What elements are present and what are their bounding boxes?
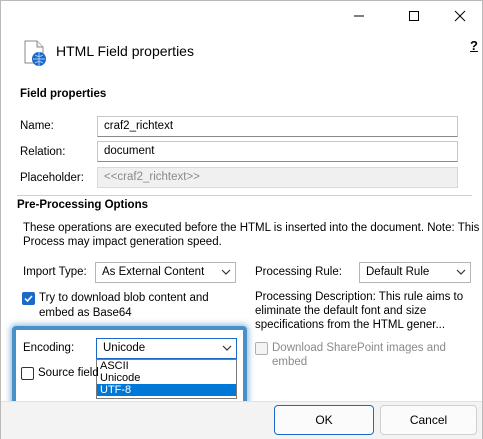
import-type-label: Import Type: — [23, 266, 87, 278]
section-divider — [17, 195, 472, 196]
source-field-label: Source field — [38, 367, 99, 379]
encoding-option-ascii[interactable]: ASCII — [97, 360, 236, 372]
maximize-button[interactable] — [391, 1, 437, 31]
minimize-icon — [354, 15, 364, 17]
encoding-dropdown-list: ASCII Unicode UTF-8 — [96, 359, 237, 399]
download-sharepoint-label-1: Download SharePoint images and — [272, 342, 446, 354]
maximize-icon — [409, 11, 419, 21]
import-type-value: As External Content — [102, 266, 205, 278]
download-sharepoint-checkbox[interactable] — [255, 342, 268, 355]
try-download-label-2: embed as Base64 — [39, 307, 132, 319]
processing-rule-value: Default Rule — [366, 266, 430, 278]
encoding-option-unicode[interactable]: Unicode — [97, 372, 236, 384]
try-download-label-1: Try to download blob content and — [39, 292, 209, 304]
help-link[interactable]: ? — [470, 38, 478, 53]
name-label: Name: — [20, 120, 54, 132]
minimize-button[interactable] — [336, 1, 382, 31]
processing-rule-select[interactable]: Default Rule — [359, 262, 471, 283]
chevron-down-icon — [221, 269, 231, 275]
pre-processing-heading: Pre-Processing Options — [17, 199, 149, 211]
description-line-1: These operations are executed before the… — [23, 222, 480, 234]
cancel-button[interactable]: Cancel — [380, 405, 477, 435]
checkmark-icon — [24, 295, 33, 303]
description-line-2: Process may impact generation speed. — [23, 236, 222, 248]
relation-field[interactable]: document — [97, 141, 458, 162]
processing-description-2: eliminate the default font and size — [255, 305, 427, 317]
relation-label: Relation: — [20, 146, 66, 158]
dialog-title: HTML Field properties — [56, 43, 194, 59]
source-field-checkbox[interactable] — [21, 367, 34, 380]
encoding-label: Encoding: — [23, 342, 75, 354]
chevron-down-icon — [222, 345, 232, 351]
placeholder-field: <<craf2_richtext>> — [97, 167, 458, 188]
encoding-option-utf8[interactable]: UTF-8 — [97, 384, 236, 396]
close-icon — [454, 10, 466, 22]
dialog-window: HTML Field properties ? Field properties… — [0, 0, 483, 439]
processing-description-3: specifications from the HTML gener... — [255, 319, 446, 331]
try-download-checkbox[interactable] — [22, 292, 35, 305]
processing-description-1: Processing Description: This rule aims t… — [255, 291, 464, 303]
import-type-select[interactable]: As External Content — [95, 262, 236, 283]
download-sharepoint-label-2: embed — [272, 356, 308, 368]
close-button[interactable] — [437, 1, 483, 31]
name-field[interactable]: craf2_richtext — [97, 116, 458, 137]
chevron-down-icon — [456, 269, 466, 275]
field-properties-heading: Field properties — [20, 88, 107, 100]
encoding-select[interactable]: Unicode — [96, 338, 237, 359]
ok-button[interactable]: OK — [274, 405, 374, 435]
placeholder-label: Placeholder: — [20, 172, 84, 184]
encoding-value: Unicode — [103, 342, 146, 354]
html-document-icon — [21, 39, 49, 67]
processing-rule-label: Processing Rule: — [255, 266, 342, 278]
